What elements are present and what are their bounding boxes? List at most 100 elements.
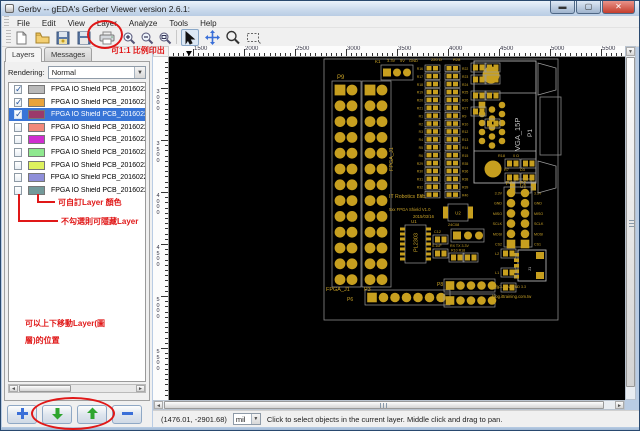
menu-item-file[interactable]: File (11, 19, 36, 28)
svg-text:0.1uF: 0.1uF (432, 244, 442, 248)
menu-item-tools[interactable]: Tools (163, 19, 194, 28)
tab-layers[interactable]: Layers (5, 47, 42, 62)
scrollbar-thumb[interactable] (164, 401, 604, 409)
minimize-button[interactable]: ▬ (550, 1, 575, 14)
svg-text:R18: R18 (417, 83, 423, 87)
status-hint: Click to select objects in the current l… (266, 414, 503, 424)
layer-color-swatch[interactable] (28, 97, 45, 107)
layer-row[interactable]: FPGA IO Shield PCB_20160225- (9, 121, 145, 134)
close-button[interactable]: ✕ (602, 1, 635, 14)
measure-icon (246, 33, 261, 44)
layer-list-hscrollbar[interactable]: ◄ ► (8, 384, 146, 393)
svg-text:R1: R1 (419, 114, 423, 118)
zoom-tool-button[interactable] (223, 29, 241, 46)
layer-color-swatch[interactable] (28, 173, 45, 183)
svg-text:P9: P9 (337, 75, 345, 81)
maximize-button[interactable]: ▢ (576, 1, 601, 14)
layer-row[interactable]: FPGA IO Shield PCB_20160225- (9, 96, 145, 109)
move-layer-down-button[interactable] (42, 405, 72, 424)
layer-row[interactable]: FPGA IO Shield PCB_20160225- (9, 184, 145, 197)
menu-item-analyze[interactable]: Analyze (123, 19, 163, 28)
save-button[interactable] (75, 29, 93, 46)
toolbar (2, 28, 639, 47)
new-button[interactable] (12, 29, 30, 46)
canvas-vscrollbar[interactable]: ▲ ▼ (625, 46, 636, 400)
rendering-combo[interactable]: Normal ▼ (47, 65, 146, 79)
print-button[interactable] (98, 29, 116, 46)
menu-item-edit[interactable]: Edit (36, 19, 62, 28)
open-icon (35, 32, 49, 43)
layer-color-swatch[interactable] (28, 85, 45, 94)
zoom-fit-button[interactable] (156, 29, 174, 46)
layer-visibility-checkbox[interactable] (14, 160, 23, 170)
pointer-tool-button[interactable] (181, 29, 199, 46)
svg-text:R35: R35 (462, 162, 468, 166)
menu-item-view[interactable]: View (62, 19, 91, 28)
svg-text:R6: R6 (419, 154, 423, 158)
layer-row[interactable]: FPGA IO Shield PCB_20160225- (9, 108, 145, 122)
measure-tool-button[interactable] (244, 29, 262, 46)
add-layer-button[interactable] (7, 405, 37, 424)
menu-gripper[interactable] (4, 16, 9, 27)
menu-item-layer[interactable]: Layer (91, 19, 123, 28)
revert-icon (56, 31, 70, 44)
layer-visibility-checkbox[interactable] (14, 109, 23, 120)
svg-text:C13: C13 (492, 286, 499, 290)
scrollbar-thumb[interactable] (626, 57, 635, 387)
zoom-out-button[interactable] (138, 29, 156, 46)
layer-color-swatch[interactable] (28, 122, 45, 132)
revert-button[interactable] (54, 29, 72, 46)
layer-visibility-checkbox[interactable] (14, 84, 23, 95)
layer-visibility-checkbox[interactable] (14, 185, 23, 195)
svg-text:R18: R18 (498, 154, 505, 158)
svg-text:SCLK: SCLK (493, 222, 503, 226)
layer-row[interactable]: FPGA IO Shield PCB_20160225- (9, 159, 145, 172)
layer-visibility-checkbox[interactable] (14, 122, 23, 132)
layer-row[interactable]: FPGA IO Shield PCB_20160225- (9, 146, 145, 159)
canvas-hscrollbar[interactable]: ◄ ► (153, 400, 625, 410)
save-icon (77, 31, 91, 44)
layer-visibility-checkbox[interactable] (14, 148, 23, 157)
pan-icon (204, 30, 220, 45)
layer-row[interactable]: FPGA IO Shield PCB_20160225- (9, 133, 145, 146)
tab-messages[interactable]: Messages (44, 47, 93, 61)
scrollbar-thumb[interactable] (19, 385, 71, 392)
layer-color-swatch[interactable] (28, 148, 45, 157)
svg-text:C12: C12 (434, 230, 441, 234)
layer-color-swatch[interactable] (28, 160, 45, 170)
chevron-down-icon[interactable]: ▼ (250, 414, 260, 424)
layer-row[interactable]: FPGA IO Shield PCB_20160225.r (9, 171, 145, 184)
open-button[interactable] (33, 29, 51, 46)
move-layer-up-button[interactable] (77, 405, 107, 424)
menu-item-help[interactable]: Help (194, 19, 222, 28)
layers-panel: Layers Messages Rendering: Normal ▼ FPGA… (2, 47, 152, 430)
remove-layer-button[interactable] (112, 405, 142, 424)
layer-visibility-checkbox[interactable] (14, 97, 23, 108)
toolbar-gripper[interactable] (6, 30, 11, 45)
svg-text:R5: R5 (419, 146, 423, 150)
scroll-down-icon[interactable]: ▼ (626, 47, 635, 56)
svg-text:R4: R4 (419, 138, 423, 142)
layer-visibility-checkbox[interactable] (14, 135, 23, 145)
svg-text:GND: GND (409, 58, 418, 63)
scroll-left-icon[interactable]: ◄ (9, 385, 18, 392)
layer-visibility-checkbox[interactable] (14, 173, 23, 183)
thumb-grip (380, 403, 389, 408)
unit-combo[interactable]: mil ▼ (232, 413, 261, 425)
zoom-in-button[interactable] (120, 29, 138, 46)
rendering-value: Normal (51, 67, 76, 77)
svg-text:3.3V: 3.3V (495, 192, 503, 196)
pcb-canvas[interactable]: R16 R22 R17 R23 R18 R24 R19 R25 R20 R26 R21 R27 R1 R9… (169, 57, 625, 400)
scroll-right-icon[interactable]: ► (136, 385, 145, 392)
svg-text:R36: R36 (462, 170, 468, 174)
scroll-left-icon[interactable]: ◄ (154, 401, 163, 409)
plus-icon (16, 408, 28, 419)
chevron-down-icon[interactable]: ▼ (134, 66, 145, 78)
layer-color-swatch[interactable] (28, 185, 45, 195)
pan-tool-button[interactable] (203, 29, 221, 46)
layer-color-swatch[interactable] (28, 135, 45, 145)
layer-color-swatch[interactable] (28, 110, 45, 120)
svg-text:R28: R28 (453, 57, 461, 62)
layer-row[interactable]: FPGA IO Shield PCB_20160225- (9, 83, 145, 96)
scroll-right-icon[interactable]: ► (615, 401, 624, 409)
